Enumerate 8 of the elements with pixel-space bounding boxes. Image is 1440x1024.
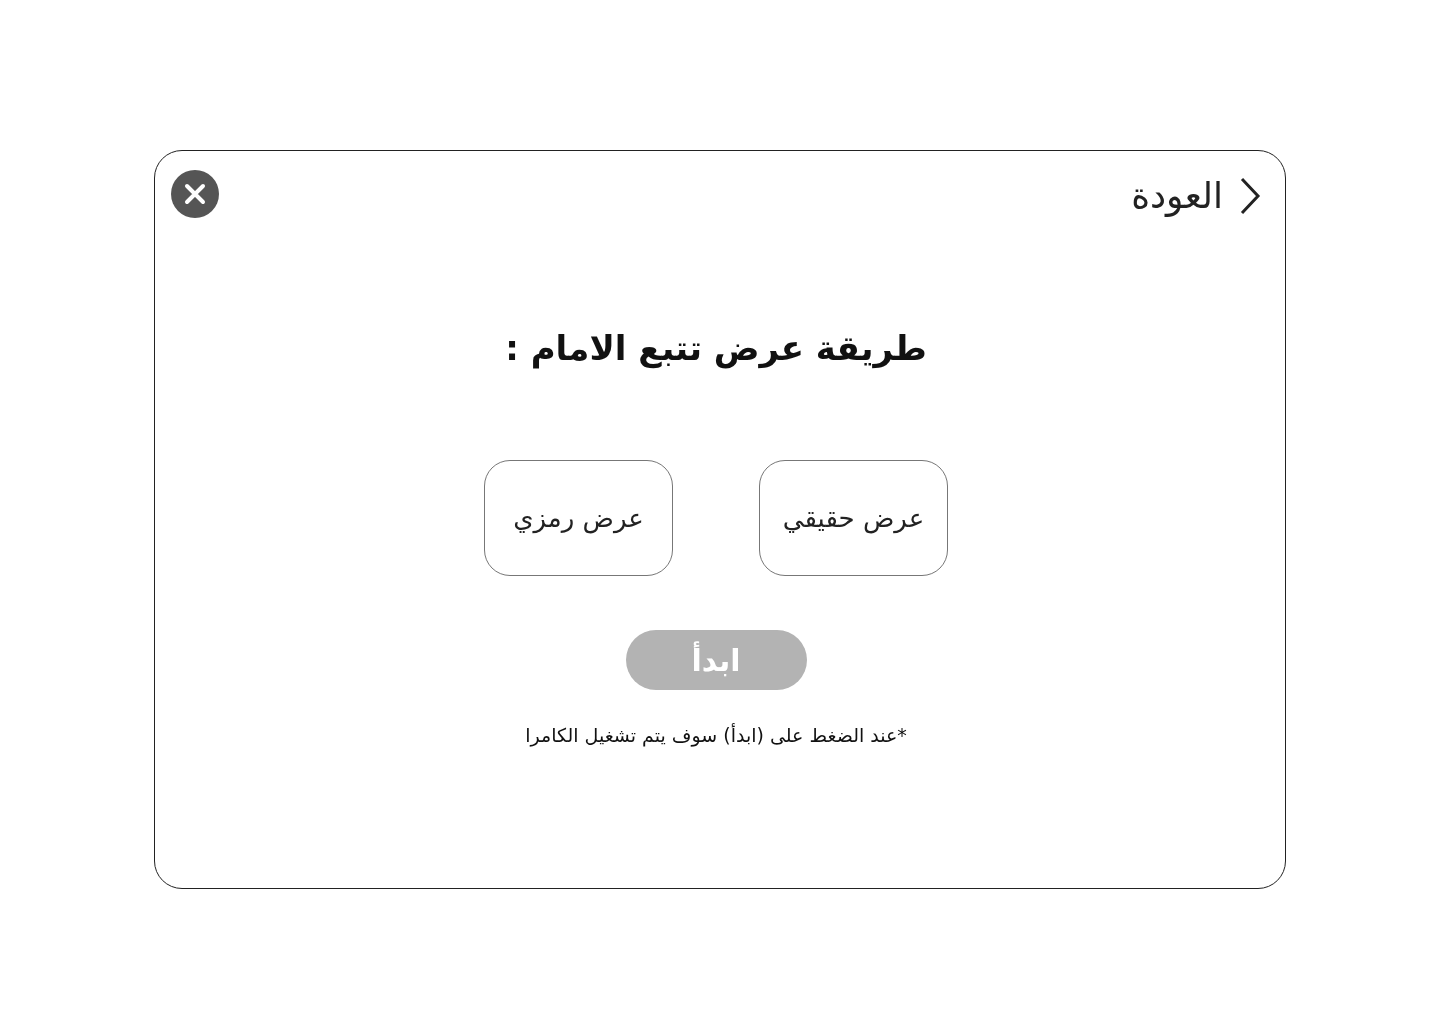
close-button[interactable] (171, 169, 219, 218)
option-button[interactable]: عرض حقيقي (759, 460, 948, 576)
back-button[interactable]: العودة (1131, 171, 1261, 220)
note-text: *عند الضغط على (ابدأ) سوف يتم تشغيل الكامرا (525, 724, 907, 746)
chevron-right-icon (1239, 176, 1261, 215)
close-icon (184, 182, 206, 205)
option-button[interactable]: عرض رمزي (484, 460, 673, 576)
dialog-title: طريقة عرض تتبع الامام : (505, 328, 927, 368)
